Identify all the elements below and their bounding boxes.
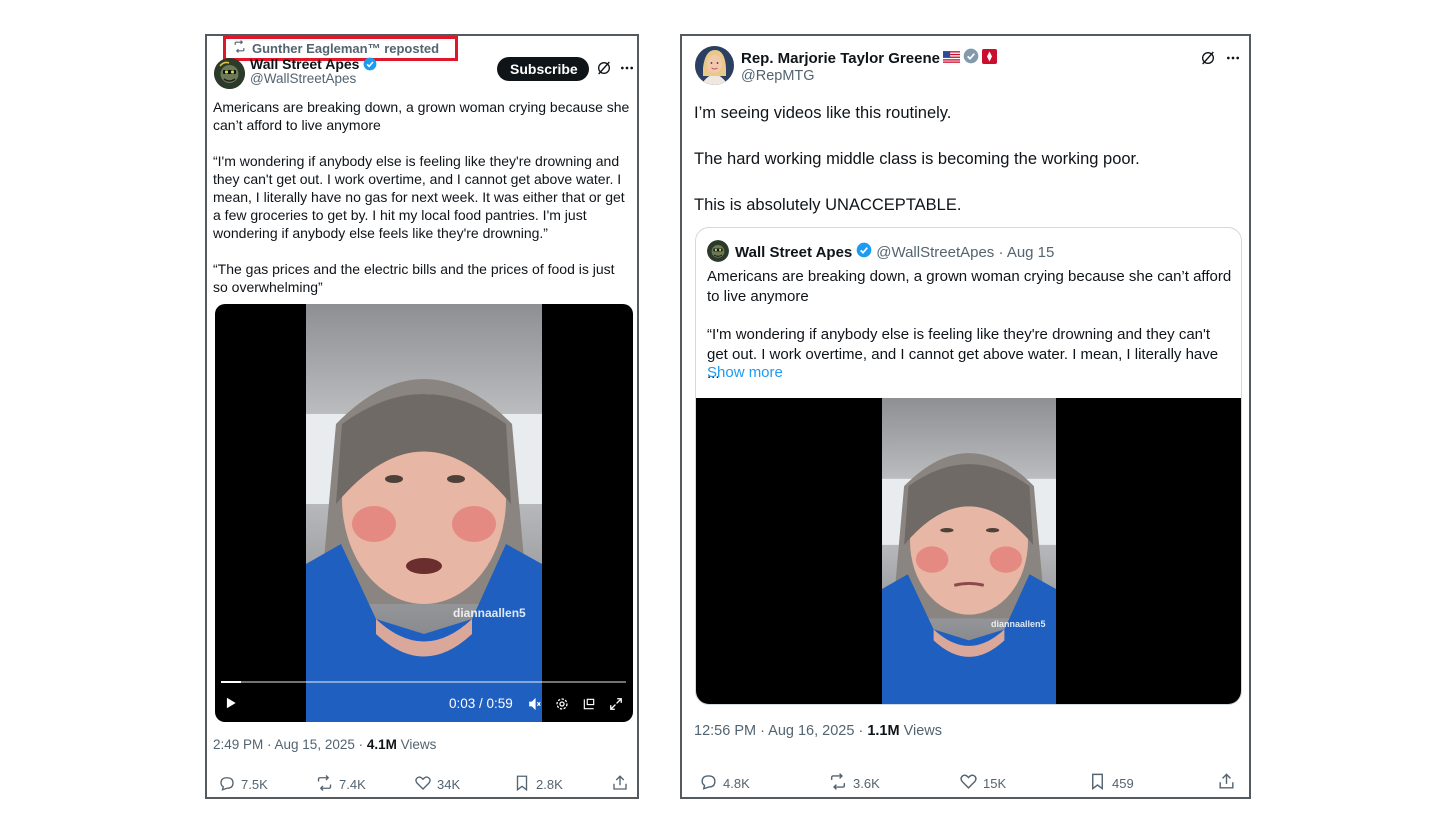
video-watermark: diannaallen5 [991, 619, 1046, 629]
tweet-meta: 2:49 PM · Aug 15, 2025 · 4.1M Views [213, 737, 436, 752]
tweet-paragraph: “The gas prices and the electric bills a… [213, 261, 615, 295]
government-badge-icon [963, 48, 979, 68]
reply-button[interactable]: 7.5K [218, 774, 268, 795]
bookmark-button[interactable]: 2.8K [513, 774, 563, 795]
reply-icon [218, 774, 236, 795]
quoted-tweet[interactable]: Wall Street Apes @WallStreetApes · Aug 1… [695, 227, 1242, 705]
tweet-timestamp[interactable]: 12:56 PM · Aug 16, 2025 · [694, 723, 867, 739]
views-count: 4.1M [366, 737, 397, 752]
us-flag-icon [942, 50, 960, 67]
author-handle[interactable]: @WallStreetApes [250, 71, 356, 86]
right-tweet-card: Rep. Marjorie Taylor Greene @RepMTG I’m … [680, 34, 1251, 799]
bookmark-count: 2.8K [536, 777, 563, 792]
repost-icon [233, 40, 246, 56]
tweet-paragraph: This is absolutely UNACCEPTABLE. [694, 196, 962, 214]
views-label: Views [899, 723, 943, 739]
like-button[interactable]: 34K [414, 774, 460, 795]
heart-icon [414, 774, 432, 795]
quote-author-name: Wall Street Apes [735, 243, 853, 261]
repost-button[interactable]: 3.6K [828, 772, 880, 794]
tweet-paragraph: The hard working middle class is becomin… [694, 150, 1140, 168]
video-scrubber[interactable] [221, 681, 626, 683]
fullscreen-icon[interactable] [609, 697, 623, 716]
author-name[interactable]: Wall Street Apes [250, 56, 359, 72]
subscribe-button[interactable]: Subscribe [497, 57, 589, 81]
author-handle[interactable]: @RepMTG [741, 68, 815, 84]
reply-icon [699, 772, 718, 794]
author-avatar[interactable] [214, 58, 245, 89]
video-watermark: diannaallen5 [453, 606, 526, 620]
quote-paragraph: Americans are breaking down, a grown wom… [707, 268, 1232, 305]
quote-paragraph: “I'm wondering if anybody else is feelin… [707, 326, 1219, 382]
author-avatar[interactable] [695, 46, 734, 85]
pip-icon[interactable] [582, 697, 596, 716]
tweet-paragraph: Americans are breaking down, a grown wom… [213, 99, 630, 133]
congress-seal-icon [981, 48, 997, 68]
more-options-icon[interactable] [619, 60, 635, 81]
like-count: 15K [983, 775, 1007, 791]
verified-badge-icon [856, 242, 872, 262]
quote-author-avatar [707, 240, 729, 262]
video-progress-fill [221, 681, 242, 683]
share-button[interactable] [1217, 772, 1236, 794]
like-button[interactable]: 15K [959, 772, 1006, 794]
quote-author-row: Wall Street Apes @WallStreetApes · Aug 1… [735, 242, 1054, 262]
more-options-icon[interactable] [1225, 50, 1241, 71]
repost-count: 7.4K [339, 777, 366, 792]
reply-button[interactable]: 4.8K [699, 772, 750, 794]
video-frame [306, 304, 542, 722]
verified-badge-icon [363, 57, 377, 74]
tweet-paragraph: “I'm wondering if anybody else is feelin… [213, 153, 625, 241]
tweet-paragraph: I’m seeing videos like this routinely. [694, 104, 952, 122]
play-icon[interactable] [224, 696, 238, 715]
quote-author-handle-date: @WallStreetApes · Aug 15 [876, 243, 1055, 261]
tweet-meta: 12:56 PM · Aug 16, 2025 · 1.1M Views [694, 723, 942, 739]
bookmark-icon [1088, 772, 1107, 794]
tweet-text: I’m seeing videos like this routinely. T… [694, 102, 1234, 240]
author-name-row[interactable]: Rep. Marjorie Taylor Greene [741, 48, 997, 68]
share-button[interactable] [611, 774, 629, 795]
heart-icon [959, 772, 978, 794]
author-name[interactable]: Rep. Marjorie Taylor Greene [741, 50, 940, 67]
repost-count: 3.6K [853, 775, 880, 791]
quote-text: Americans are breaking down, a grown wom… [707, 267, 1232, 384]
reply-count: 7.5K [241, 777, 268, 792]
bookmark-icon [513, 774, 531, 795]
views-label: Views [396, 737, 437, 752]
left-tweet-card: Gunther Eagleman™ reposted Wall Street A… [205, 34, 639, 799]
bookmark-count: 459 [1112, 775, 1134, 791]
video-player[interactable]: diannaallen5 0:03 / 0:59 [215, 304, 633, 722]
repost-indicator[interactable]: Gunther Eagleman™ reposted [233, 40, 439, 56]
repost-icon [828, 772, 848, 794]
tweet-timestamp[interactable]: 2:49 PM · Aug 15, 2025 · [213, 737, 367, 752]
tweet-text: Americans are breaking down, a grown wom… [213, 98, 633, 314]
video-time: 0:03 / 0:59 [449, 696, 513, 711]
quote-video-frame [882, 398, 1056, 704]
grok-icon[interactable] [596, 60, 612, 81]
views-count: 1.1M [867, 723, 900, 739]
like-count: 34K [437, 777, 461, 792]
settings-icon[interactable] [555, 697, 569, 716]
repost-label: Gunther Eagleman™ reposted [252, 40, 440, 56]
grok-icon[interactable] [1200, 50, 1216, 71]
mute-icon[interactable] [528, 697, 542, 716]
repost-button[interactable]: 7.4K [315, 774, 366, 795]
share-icon [611, 774, 629, 795]
repost-icon [315, 774, 334, 795]
quote-video[interactable]: diannaallen5 [696, 398, 1241, 704]
share-icon [1217, 772, 1236, 794]
reply-count: 4.8K [723, 775, 750, 791]
show-more-link[interactable]: Show more [707, 364, 783, 381]
bookmark-button[interactable]: 459 [1088, 772, 1134, 794]
